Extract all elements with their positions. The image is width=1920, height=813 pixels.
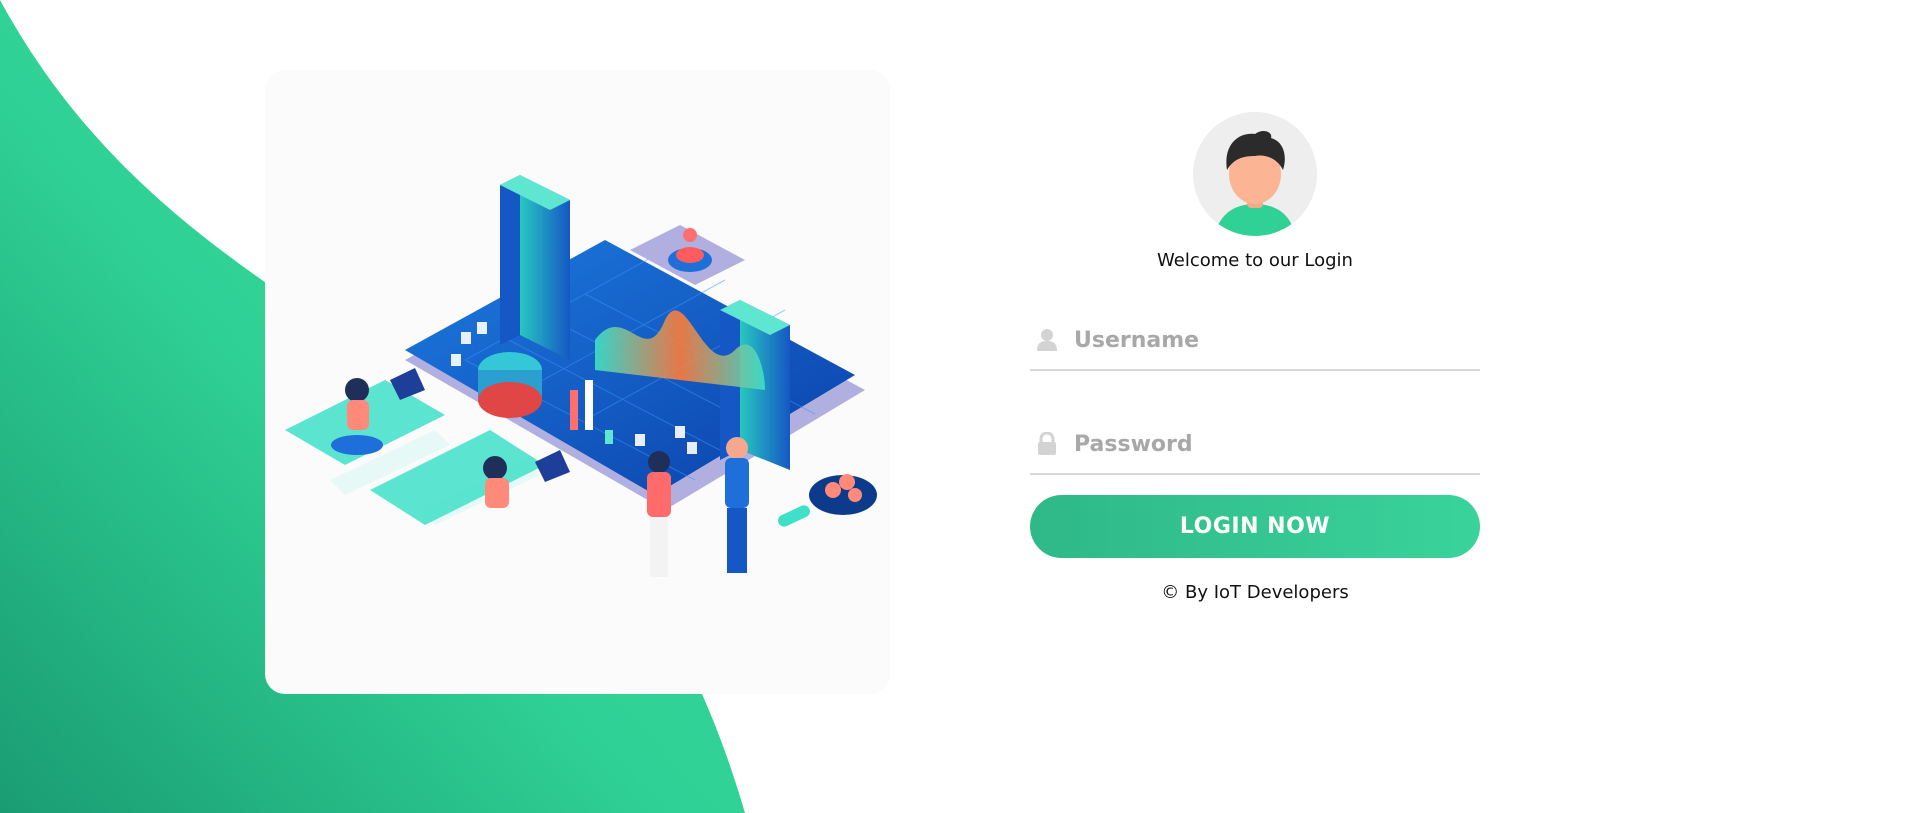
login-page: Welcome to our Login LOGIN NOW © By IoT … <box>0 0 1920 813</box>
iot-isometric-illustration <box>285 175 877 577</box>
welcome-title: Welcome to our Login <box>1157 250 1353 271</box>
password-field <box>1030 415 1480 475</box>
copyright-text: © By IoT Developers <box>1161 582 1349 603</box>
login-panel: Welcome to our Login LOGIN NOW © By IoT … <box>1030 112 1480 603</box>
username-input[interactable] <box>1074 327 1454 353</box>
lock-icon <box>1036 432 1058 456</box>
username-field <box>1030 311 1480 371</box>
illustration-card <box>265 70 890 694</box>
user-avatar-icon <box>1193 112 1317 236</box>
avatar <box>1193 112 1317 236</box>
login-button[interactable]: LOGIN NOW <box>1030 495 1480 558</box>
user-icon <box>1036 328 1058 352</box>
password-input[interactable] <box>1074 431 1454 457</box>
